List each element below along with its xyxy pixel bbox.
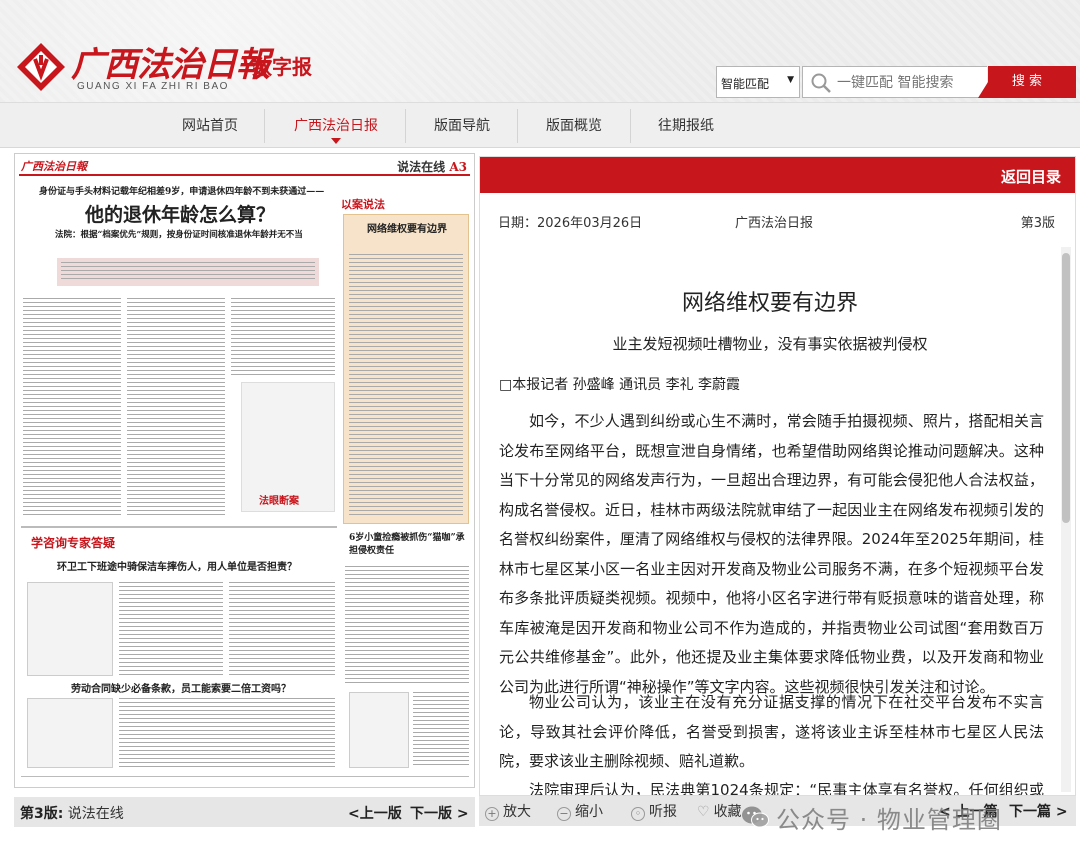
paper-section-code: A3 — [449, 160, 467, 174]
logo-subtitle: 数字报 — [252, 55, 312, 79]
paper-kicker: 身份证与手头材料记载年纪相差9岁，申请退休四年龄不到未获通过—— — [39, 187, 325, 197]
listen-button[interactable]: ◦ 听报 — [631, 801, 677, 821]
search-mode-value: 智能匹配 — [721, 77, 770, 91]
paper-qa-headline: 环卫工下班途中骑保洁车摔伤人，用人单位是否担责？ — [57, 562, 297, 573]
article-scrollbar[interactable] — [1061, 247, 1071, 792]
nav-divider — [264, 109, 265, 143]
nav-divider — [405, 109, 406, 143]
paper-law-label: 法眼断案 — [259, 496, 299, 507]
prev-edition-link[interactable]: <上一版 — [348, 803, 402, 823]
speaker-icon: ◦ — [631, 807, 645, 821]
listen-label: 听报 — [649, 804, 677, 820]
search-field[interactable] — [802, 66, 987, 98]
heart-icon: ♡ — [697, 804, 710, 820]
article-panel: 返回目录 日期：2026年03月26日 广西法治日报 第3版 网络维权要有边界 … — [479, 156, 1076, 796]
paper-case-label: 以案说法 — [341, 198, 385, 211]
article-publication: 广西法治日报 — [735, 216, 814, 231]
dropdown-arrow-icon: ▼ — [787, 75, 794, 85]
article-edition: 第3版 — [1020, 216, 1055, 231]
paper-qa-label: 学咨询专家答疑 — [31, 536, 116, 550]
zoom-in-icon: + — [485, 807, 499, 821]
favorite-button[interactable]: ♡ 收藏 — [697, 801, 742, 821]
paper-deck: 法院：根据“档案优先”规则，按身份证时间核准退休年龄并无不当 — [55, 230, 303, 240]
nav-item-label: 广西法治日报 — [294, 118, 378, 134]
edition-bar: 第3版: 说法在线 <上一版 下一版 > — [14, 797, 475, 827]
nav-item-guangxi-fazhi[interactable]: 广西法治日报 — [276, 103, 396, 149]
edition-name: 说法在线 — [67, 806, 124, 822]
article-byline: □本报记者 孙盛峰 通讯员 李礼 李蔚霞 — [499, 377, 741, 393]
site-logo[interactable]: 广西法治日報 数字报 GUANG XI FA ZHI RI BAO — [15, 35, 325, 97]
scrollbar-thumb[interactable] — [1062, 253, 1070, 523]
next-edition-link[interactable]: 下一版 > — [410, 803, 469, 823]
zoom-out-label: 缩小 — [575, 804, 603, 820]
nav-item-page-nav[interactable]: 版面导航 — [412, 103, 512, 149]
article-title: 网络维权要有边界 — [681, 291, 858, 316]
paper-article3-text-2 — [413, 692, 469, 768]
paper-side-headline: 网络维权要有边界 — [367, 224, 447, 235]
paper-masthead: 广西法治日報 说法在线 A3 — [19, 158, 470, 176]
logo-pinyin: GUANG XI FA ZHI RI BAO — [77, 81, 229, 92]
paper-article4-headline: 劳动合同缺少必备条款，员工能索要二倍工资吗？ — [71, 684, 291, 695]
article-subtitle: 业主发短视频吐槽物业，没有事实依据被判侵权 — [612, 335, 928, 353]
paper-divider — [21, 526, 337, 528]
logo-title: 广西法治日報 — [71, 45, 270, 85]
paper-qa-box — [27, 582, 113, 676]
zoom-out-button[interactable]: − 缩小 — [557, 801, 603, 821]
nav-divider — [517, 109, 518, 143]
paper-article4-box — [27, 698, 113, 768]
nav-item-home[interactable]: 网站首页 — [160, 103, 260, 149]
search-icon — [811, 73, 831, 93]
active-caret-icon — [331, 138, 341, 144]
article-date: 日期：2026年03月26日 — [498, 216, 643, 231]
paper-column-1 — [23, 298, 121, 518]
paper-masthead-title: 广西法治日報 — [21, 160, 87, 173]
article-panel-header: 返回目录 — [480, 157, 1075, 193]
zoom-in-label: 放大 — [503, 804, 531, 820]
paper-qa-column-2 — [229, 582, 335, 676]
paper-summary-text — [61, 262, 315, 282]
newspaper-page-frame[interactable]: 广西法治日報 说法在线 A3 身份证与手头材料记载年纪相差9岁，申请退休四年龄不… — [14, 153, 475, 788]
search-input[interactable] — [837, 72, 982, 94]
edition-info: 第3版: 说法在线 — [20, 803, 124, 823]
paper-article3-box — [349, 692, 409, 768]
paper-article3-text — [345, 566, 469, 686]
paper-section-name: 说法在线 — [397, 160, 446, 174]
newspaper-page-image[interactable]: 广西法治日報 说法在线 A3 身份证与手头材料记载年纪相差9岁，申请退休四年龄不… — [19, 158, 470, 783]
paper-article3-headline: 6岁小童捡瘾被抓伤“猫咖”承担侵权责任 — [349, 533, 465, 556]
article-paragraph: 法院审理后认为，民法典第1024条规定：“民事主体享有名誉权。任何组织或者 — [529, 781, 1044, 796]
search-button[interactable]: 搜 索 — [978, 66, 1076, 98]
main-nav: 网站首页 广西法治日报 版面导航 版面概览 往期报纸 — [0, 102, 1080, 148]
paper-column-2 — [127, 298, 225, 518]
paper-side-text — [349, 254, 463, 516]
paper-section: 说法在线 A3 — [397, 158, 467, 175]
search-mode-select[interactable]: 智能匹配 ▼ — [716, 66, 800, 98]
zoom-out-icon: − — [557, 807, 571, 821]
nav-divider — [630, 109, 631, 143]
article-paragraph: 如今，不少人遇到纠纷或心生不满时，常会随手拍摄视频、照片，搭配相关言论发布至网络… — [499, 412, 1044, 696]
paper-qa-column-1 — [119, 582, 223, 676]
edition-number: 第3版: — [20, 806, 64, 822]
paper-footer-line — [21, 776, 469, 777]
logo-emblem-icon — [17, 43, 65, 91]
paper-column-3 — [231, 298, 335, 378]
nav-item-page-overview[interactable]: 版面概览 — [524, 103, 624, 149]
article-paragraph: 物业公司认为，该业主在没有充分证据支撑的情况下在社交平台发布不实言论，导致其社会… — [499, 693, 1044, 770]
paper-headline: 他的退休年龄怎么算？ — [85, 204, 276, 226]
paper-article4-text — [119, 698, 335, 768]
wechat-icon — [742, 806, 769, 828]
nav-item-archives[interactable]: 往期报纸 — [636, 103, 736, 149]
back-to-contents-link[interactable]: 返回目录 — [1001, 166, 1061, 187]
favorite-label: 收藏 — [713, 804, 742, 820]
wechat-watermark: 公众号 · 物业管理圈 — [740, 800, 1076, 834]
zoom-in-button[interactable]: + 放大 — [485, 801, 531, 821]
watermark-text: 公众号 · 物业管理圈 — [776, 806, 1002, 834]
site-header: 广西法治日報 数字报 GUANG XI FA ZHI RI BAO 智能匹配 ▼… — [0, 0, 1080, 102]
